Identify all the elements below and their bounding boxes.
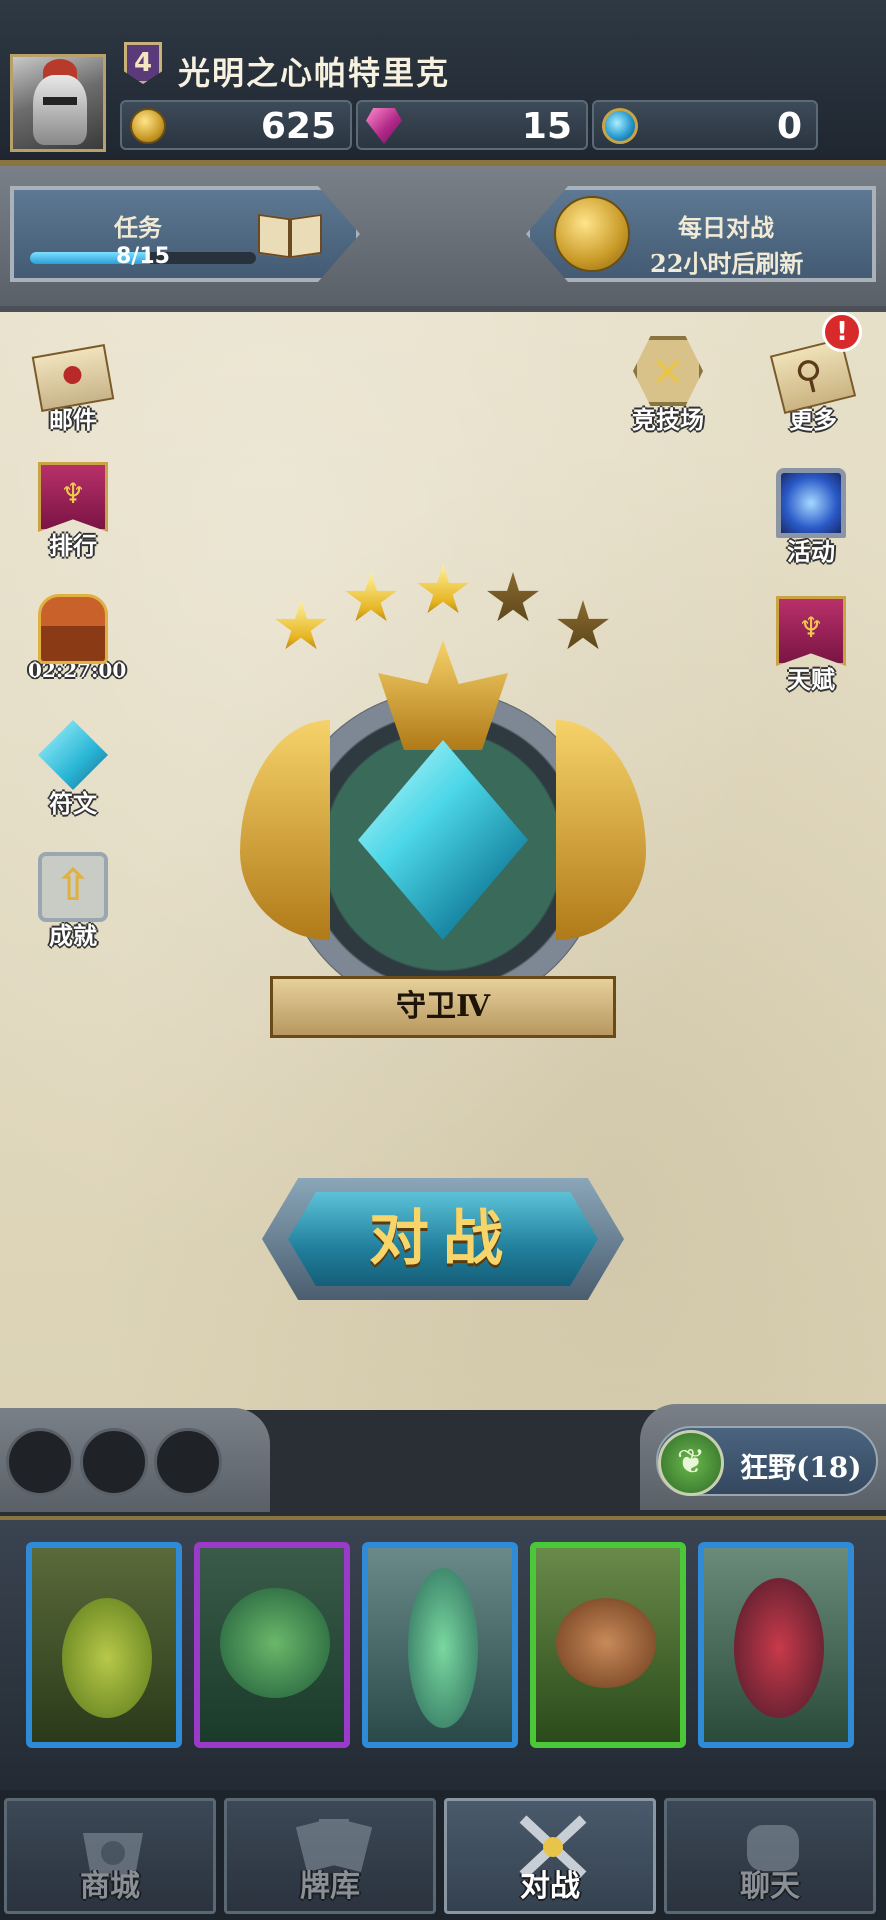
nav-tab-shop[interactable]: 商城 <box>4 1798 216 1914</box>
talent-button[interactable]: 天赋 <box>766 596 856 695</box>
alert-badge: ! <box>822 312 862 352</box>
empty-deck-slot-2[interactable] <box>80 1428 148 1496</box>
daily-coin-icon <box>554 196 630 272</box>
book-icon <box>258 212 324 260</box>
orb-icon <box>602 108 638 144</box>
rank-emblem[interactable]: 守卫Ⅳ <box>230 640 656 1060</box>
gem-icon <box>366 108 402 144</box>
banner-icon <box>38 462 108 532</box>
squirrel-figure <box>556 1598 656 1688</box>
card-squirrel[interactable] <box>530 1542 686 1748</box>
nav-label-chat: 聊天 <box>740 1869 800 1904</box>
player-name[interactable]: 光明之心帕特里克 <box>178 48 450 94</box>
quest-progress-text: 8/15 <box>116 244 170 269</box>
rank-title: 守卫Ⅳ <box>395 989 491 1024</box>
daily-refresh-text: 22小时后刷新 <box>650 249 804 278</box>
card-serpent[interactable] <box>26 1542 182 1748</box>
deck-label: 狂野(18) <box>740 1451 862 1484</box>
banner-icon <box>776 596 846 666</box>
treasure-chest-icon <box>38 594 108 664</box>
gem-value: 15 <box>521 106 572 147</box>
events-button[interactable]: 活动 <box>766 468 856 567</box>
serpent-figure <box>62 1598 152 1718</box>
empty-deck-slot-3[interactable] <box>154 1428 222 1496</box>
avatar-helmet <box>33 75 87 145</box>
card-fairy[interactable] <box>362 1542 518 1748</box>
rune-crystal-icon <box>38 720 108 790</box>
nav-label-shop: 商城 <box>80 1869 140 1904</box>
avatar-visor <box>43 97 77 105</box>
nav-tab-battle[interactable]: 对战 <box>444 1798 656 1914</box>
gold-value: 625 <box>260 106 336 147</box>
nav-label-battle: 对战 <box>520 1869 580 1904</box>
battle-button[interactable]: 对战 <box>288 1192 598 1286</box>
crocodile-figure <box>220 1588 330 1698</box>
arena-button[interactable]: 竞技场 <box>618 336 718 435</box>
ranking-label: 排行 <box>49 531 97 560</box>
nav-label-deck: 牌库 <box>300 1869 360 1904</box>
player-avatar[interactable] <box>10 54 106 152</box>
rune-button[interactable]: 符文 <box>28 720 118 819</box>
gem-counter[interactable]: 15 <box>356 100 588 150</box>
mail-button[interactable]: 邮件 <box>28 340 118 435</box>
ranking-button[interactable]: 排行 <box>28 462 118 561</box>
book-page-right <box>290 213 322 259</box>
achievement-button[interactable]: 成就 <box>28 852 118 951</box>
quest-title: 任务 <box>114 213 162 242</box>
achievement-icon <box>38 852 108 922</box>
plant-figure <box>734 1578 824 1718</box>
rank-ribbon: 守卫Ⅳ <box>270 976 616 1038</box>
nav-tab-deck[interactable]: 牌库 <box>224 1798 436 1914</box>
card-carnivorous-plant[interactable] <box>698 1542 854 1748</box>
chest-button[interactable]: 02:27:00 <box>28 594 126 682</box>
nav-tab-chat[interactable]: 聊天 <box>664 1798 876 1914</box>
orb-counter[interactable]: 0 <box>592 100 818 150</box>
card-crocodile[interactable] <box>194 1542 350 1748</box>
gold-counter[interactable]: 625 <box>120 100 352 150</box>
gold-coin-icon <box>130 108 166 144</box>
crossed-swords-icon <box>633 336 703 406</box>
emblem-left-horn <box>240 720 330 940</box>
empty-deck-slot-1[interactable] <box>6 1428 74 1496</box>
leaf-icon: ❦ <box>658 1430 724 1496</box>
orb-value: 0 <box>776 106 802 147</box>
daily-battle-title: 每日对战 <box>678 213 774 242</box>
emblem-right-horn <box>556 720 646 940</box>
more-button[interactable]: ! 更多 <box>768 312 862 435</box>
book-page-left <box>258 213 290 259</box>
talent-label: 天赋 <box>787 665 835 694</box>
fairy-figure <box>408 1568 478 1728</box>
portal-icon <box>776 468 846 538</box>
